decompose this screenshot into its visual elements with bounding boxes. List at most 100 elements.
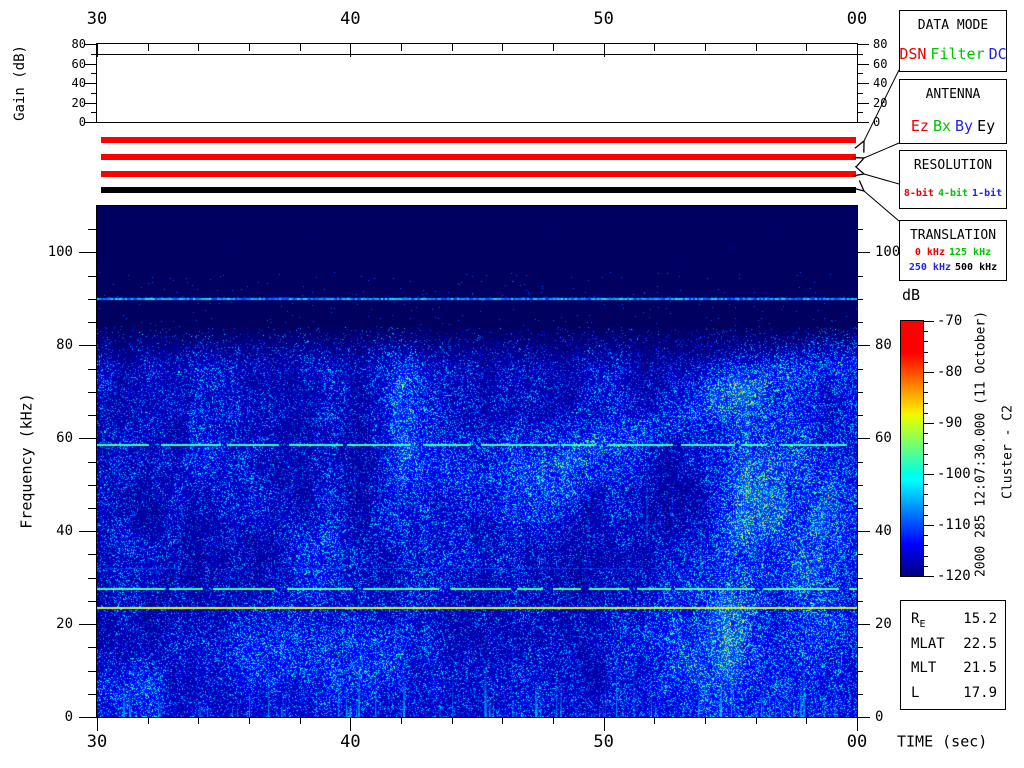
freq-ytick-left	[79, 717, 97, 718]
freq-minor-tick-right	[857, 276, 863, 277]
time-tick	[148, 717, 149, 724]
time-tick	[705, 717, 706, 724]
freq-minor-tick-left	[88, 276, 97, 277]
colorbar-units-label: dB	[902, 288, 920, 303]
gain-ytick-right	[857, 83, 869, 84]
colorbar-minor-tick	[924, 566, 928, 567]
gain-minor-tick-left	[91, 93, 97, 94]
time-tick	[654, 717, 655, 724]
status-bar-data-mode	[101, 137, 856, 143]
gain-ytick-label-left: 0	[79, 116, 86, 128]
frequency-axis-label: Frequency (kHz)	[20, 393, 35, 528]
status-bar-translation	[101, 187, 856, 193]
freq-minor-tick-left	[88, 554, 97, 555]
wbd-display-page: Gain (dB) DATA MODEDSNFilterDCANTENNAEzB…	[0, 0, 1024, 768]
gain-top-tick	[198, 44, 199, 51]
gain-ytick-label-left: 40	[72, 77, 86, 89]
ephemeris-value: 21.5	[963, 658, 997, 678]
legend-box-items: EzBxByEy	[900, 117, 1006, 135]
top-time-tick-label: 40	[340, 11, 360, 28]
arrow-antenna	[864, 143, 899, 158]
legend-item-1-bit: 1-bit	[972, 188, 1002, 199]
colorbar-tick	[924, 525, 934, 526]
freq-minor-tick-right	[857, 601, 863, 602]
colorbar-minor-tick	[924, 556, 928, 557]
gain-top-tick	[654, 44, 655, 51]
freq-minor-tick-left	[88, 369, 97, 370]
colorbar-minor-tick	[924, 464, 928, 465]
time-tick	[604, 717, 605, 731]
freq-minor-tick-right	[857, 694, 863, 695]
gain-minor-tick-right	[857, 93, 863, 94]
colorbar-minor-tick	[924, 443, 928, 444]
legend-box-data-mode: DATA MODEDSNFilterDC	[899, 10, 1007, 72]
freq-ytick-right	[857, 717, 870, 718]
time-tick	[806, 717, 807, 724]
spectrogram-canvas	[97, 206, 857, 717]
colorbar-minor-tick	[924, 535, 928, 536]
gain-ytick-label-left: 20	[72, 97, 86, 109]
colorbar-minor-tick	[924, 484, 928, 485]
freq-minor-tick-left	[88, 694, 97, 695]
freq-ytick-label-left: 100	[48, 245, 73, 259]
gain-ytick-left	[85, 64, 97, 65]
ephemeris-label: RE	[901, 611, 925, 627]
legend-item-bx: Bx	[933, 117, 951, 135]
top-time-tick-label: 30	[87, 11, 107, 28]
colorbar-tick-label: -80	[937, 365, 962, 379]
freq-minor-tick-right	[857, 508, 863, 509]
legend-item-250khz: 250 kHz	[909, 262, 951, 273]
time-tick	[502, 717, 503, 724]
freq-minor-tick-right	[857, 554, 863, 555]
gain-ytick-label-right: 20	[873, 97, 887, 109]
freq-ytick-right	[857, 345, 870, 346]
colorbar-minor-tick	[924, 341, 928, 342]
gain-top-tick	[857, 44, 858, 57]
freq-minor-tick-left	[88, 299, 97, 300]
time-tick	[553, 717, 554, 724]
freq-minor-tick-right	[857, 415, 863, 416]
freq-ytick-label-left: 0	[65, 710, 73, 724]
gain-ytick-label-right: 40	[873, 77, 887, 89]
legend-box-title: RESOLUTION	[900, 158, 1006, 173]
freq-ytick-label-right: 100	[875, 245, 900, 259]
top-time-tick-label: 50	[593, 11, 613, 28]
freq-minor-tick-left	[88, 229, 97, 230]
status-bar-antenna	[101, 154, 856, 160]
ephemeris-value: 15.2	[963, 609, 997, 629]
gain-ytick-label-left: 80	[72, 38, 86, 50]
freq-minor-tick-left	[88, 485, 97, 486]
freq-minor-tick-left	[88, 671, 97, 672]
ephemeris-row: L17.9	[901, 683, 1005, 703]
freq-ytick-right	[857, 252, 870, 253]
freq-ytick-left	[79, 531, 97, 532]
freq-minor-tick-right	[857, 578, 863, 579]
freq-minor-tick-left	[88, 601, 97, 602]
freq-minor-tick-right	[857, 485, 863, 486]
freq-ytick-label-left: 40	[56, 524, 73, 538]
ephemeris-label-subscript: E	[919, 619, 925, 630]
ephemeris-label: L	[901, 685, 919, 701]
time-tick	[756, 717, 757, 724]
time-tick-label: 40	[340, 734, 360, 751]
time-tick-label: 30	[87, 734, 107, 751]
freq-minor-tick-left	[88, 647, 97, 648]
gain-trace-line	[97, 54, 857, 55]
legend-box-translation: TRANSLATION0 kHz125 kHz250 kHz500 kHz	[899, 220, 1007, 281]
gain-ytick-right	[857, 64, 869, 65]
gain-top-tick	[148, 44, 149, 51]
freq-ytick-label-left: 80	[56, 338, 73, 352]
legend-box-items: DSNFilterDC	[900, 45, 1006, 63]
colorbar-tick-label: -120	[937, 569, 971, 583]
freq-ytick-label-right: 80	[875, 338, 892, 352]
legend-item-8-bit: 8-bit	[904, 188, 934, 199]
freq-minor-tick-right	[857, 322, 863, 323]
legend-box-items: 0 kHz125 kHz	[900, 247, 1006, 258]
legend-box-antenna: ANTENNAEzBxByEy	[899, 79, 1007, 144]
time-tick-label: 00	[847, 734, 867, 751]
gain-ytick-right	[857, 44, 869, 45]
freq-ytick-left	[79, 345, 97, 346]
freq-ytick-label-right: 40	[875, 524, 892, 538]
legend-item-dsn: DSN	[899, 45, 926, 63]
colorbar-minor-tick	[924, 403, 928, 404]
